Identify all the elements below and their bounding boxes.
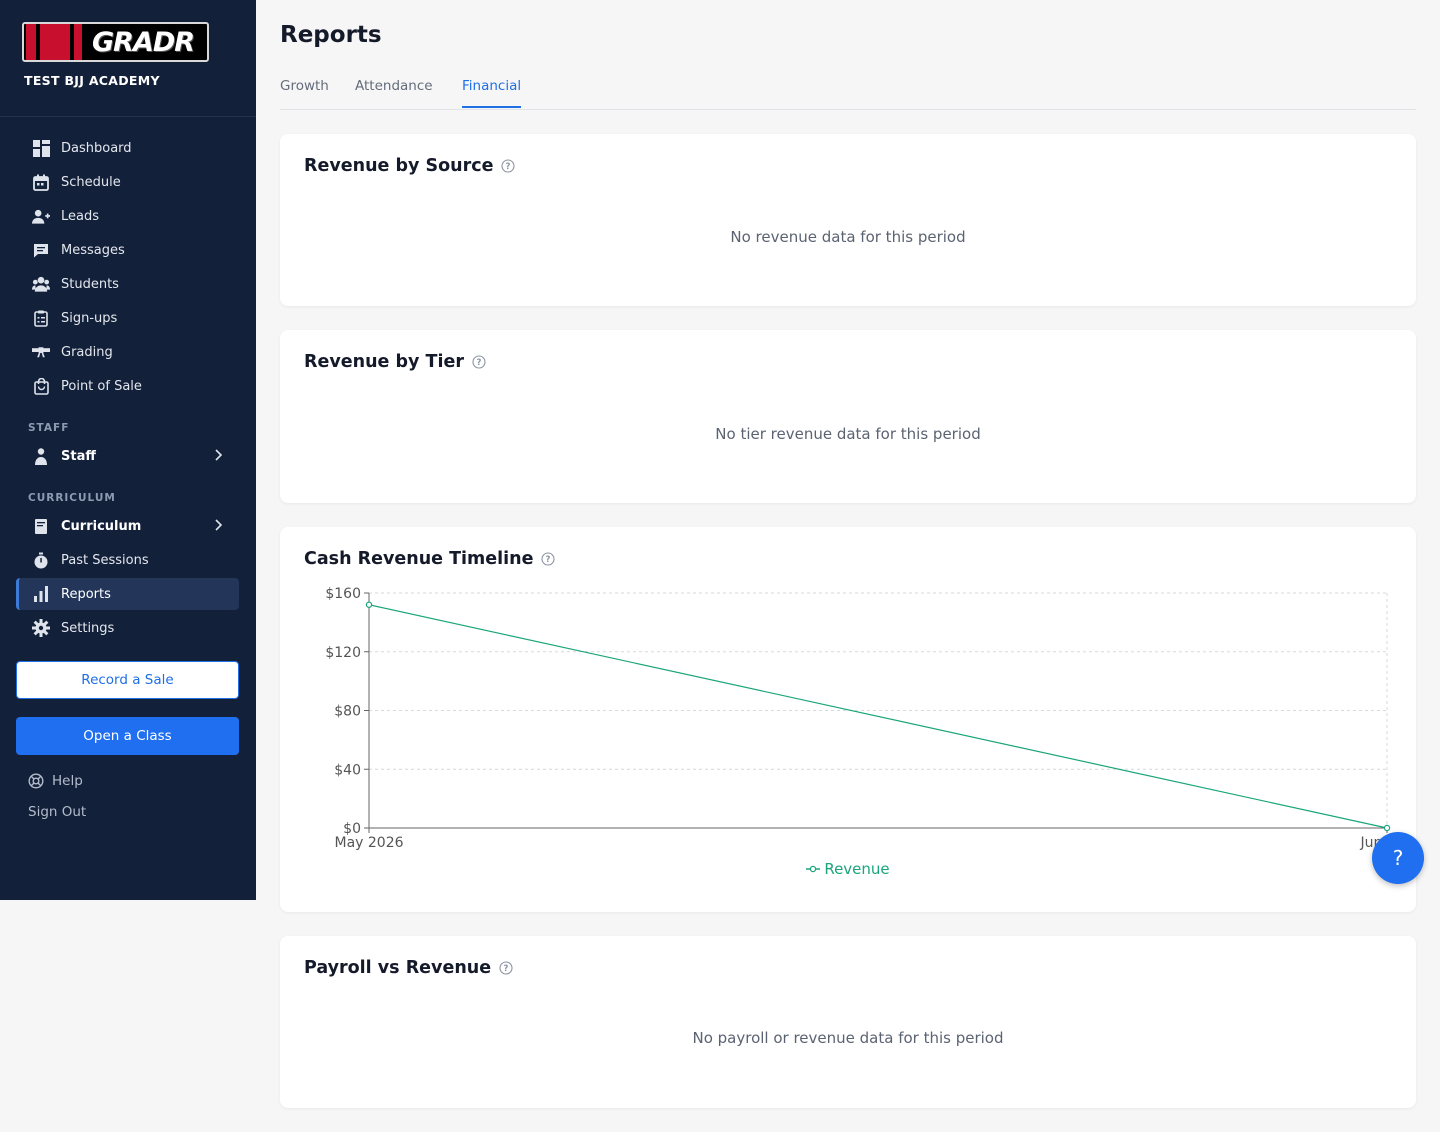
sidebar-item-leads[interactable]: Leads xyxy=(16,200,239,232)
revenue-series-line xyxy=(368,604,1388,829)
x-tick-label: May 2026 xyxy=(334,835,403,851)
revenue-by-tier-card: Revenue by Tier ? No tier revenue data f… xyxy=(280,330,1416,503)
card-title-text: Revenue by Tier xyxy=(304,352,464,372)
empty-state-text: No tier revenue data for this period xyxy=(715,425,981,443)
legend-line-marker-icon xyxy=(806,865,821,873)
card-title-text: Payroll vs Revenue xyxy=(304,958,492,978)
dashboard-icon xyxy=(32,139,50,157)
sidebar-item-curriculum[interactable]: Curriculum xyxy=(16,510,239,542)
bar-chart-icon xyxy=(32,585,50,603)
report-tabs: Growth Attendance Financial xyxy=(280,72,1416,110)
logo-text: GRADR xyxy=(92,26,195,58)
shopping-bag-icon xyxy=(32,377,50,395)
sidebar-item-label: Schedule xyxy=(61,174,121,190)
sidebar-item-label: Sign-ups xyxy=(61,310,118,326)
sidebar-item-label: Reports xyxy=(61,586,111,602)
svg-text:?: ? xyxy=(477,358,482,368)
section-header-staff: STAFF xyxy=(28,422,70,434)
section-header-curriculum: CURRICULUM xyxy=(28,492,116,504)
sidebar-item-past-sessions[interactable]: Past Sessions xyxy=(16,544,239,576)
open-class-button[interactable]: Open a Class xyxy=(16,717,239,755)
stopwatch-icon xyxy=(32,551,50,569)
tab-growth[interactable]: Growth xyxy=(280,78,329,106)
revenue-data-point xyxy=(365,601,373,608)
sidebar-item-staff[interactable]: Staff xyxy=(16,440,239,472)
chevron-right-icon xyxy=(213,448,223,466)
clipboard-icon xyxy=(32,309,50,327)
chevron-right-icon xyxy=(213,518,223,536)
sidebar-item-label: Grading xyxy=(61,344,113,360)
sidebar-item-schedule[interactable]: Schedule xyxy=(16,166,239,198)
y-tick-label: $40 xyxy=(334,762,361,778)
chart-legend[interactable]: Revenue xyxy=(280,860,1416,878)
sidebar-item-settings[interactable]: Settings xyxy=(16,612,239,644)
gear-icon xyxy=(32,619,50,637)
tab-attendance[interactable]: Attendance xyxy=(355,78,433,106)
calendar-icon xyxy=(32,173,50,191)
book-icon xyxy=(32,517,50,535)
card-title-text: Revenue by Source xyxy=(304,156,494,176)
svg-text:?: ? xyxy=(506,162,511,172)
help-circle-icon[interactable]: ? xyxy=(472,355,486,369)
revenue-data-point xyxy=(1383,824,1391,832)
staff-person-icon xyxy=(32,447,50,465)
record-sale-button[interactable]: Record a Sale xyxy=(16,661,239,699)
sidebar: GRADR TEST BJJ ACADEMY Dashboard Schedul… xyxy=(0,0,256,900)
sidebar-item-label: Dashboard xyxy=(61,140,132,156)
academy-name: TEST BJJ ACADEMY xyxy=(24,73,160,88)
sidebar-item-label: Leads xyxy=(61,208,100,224)
sidebar-item-dashboard[interactable]: Dashboard xyxy=(16,132,239,164)
sidebar-item-label: Messages xyxy=(61,242,125,258)
help-circle-icon[interactable]: ? xyxy=(501,159,516,173)
help-label: Help xyxy=(52,773,83,789)
logo-flag-icon xyxy=(26,24,82,60)
help-link[interactable]: Help xyxy=(28,773,83,789)
svg-text:?: ? xyxy=(504,964,509,974)
sidebar-item-label: Staff xyxy=(61,448,96,464)
card-title: Revenue by Source ? xyxy=(304,156,516,176)
add-user-icon xyxy=(32,207,50,225)
sidebar-item-grading[interactable]: Grading xyxy=(16,336,239,368)
card-title: Revenue by Tier ? xyxy=(304,352,486,372)
students-icon xyxy=(32,275,50,293)
gradr-logo[interactable]: GRADR xyxy=(22,22,209,62)
y-tick-label: $80 xyxy=(334,704,361,720)
sidebar-item-sign-ups[interactable]: Sign-ups xyxy=(16,302,239,334)
sidebar-item-label: Past Sessions xyxy=(61,552,149,568)
payroll-vs-revenue-card: Payroll vs Revenue ? No payroll or reven… xyxy=(280,936,1416,1108)
legend-label: Revenue xyxy=(824,860,890,878)
belt-icon xyxy=(32,343,50,361)
sidebar-item-point-of-sale[interactable]: Point of Sale xyxy=(16,370,239,402)
lifebuoy-icon xyxy=(28,773,44,789)
message-icon xyxy=(32,241,50,259)
page-title: Reports xyxy=(280,22,382,48)
y-tick-label: $160 xyxy=(325,586,361,602)
sidebar-divider xyxy=(0,116,256,117)
sign-out-link[interactable]: Sign Out xyxy=(28,804,86,820)
help-fab-button[interactable]: ? xyxy=(1372,832,1424,884)
help-circle-icon[interactable]: ? xyxy=(499,961,513,975)
y-tick-label: $120 xyxy=(325,645,361,661)
sidebar-item-label: Students xyxy=(61,276,119,292)
sidebar-item-label: Curriculum xyxy=(61,518,142,534)
sidebar-item-messages[interactable]: Messages xyxy=(16,234,239,266)
revenue-by-source-card: Revenue by Source ? No revenue data for … xyxy=(280,134,1416,306)
revenue-line-chart: $0$40$80$120$160May 2026Jun 202 xyxy=(325,586,1413,851)
empty-state-text: No payroll or revenue data for this peri… xyxy=(692,1029,1004,1047)
empty-state-text: No revenue data for this period xyxy=(730,228,966,246)
cash-revenue-timeline-card: Cash Revenue Timeline ? $0 $40 $80 $120 $160… xyxy=(280,527,1416,912)
tab-financial[interactable]: Financial xyxy=(462,78,522,108)
sidebar-item-students[interactable]: Students xyxy=(16,268,239,300)
sidebar-item-label: Settings xyxy=(61,620,115,636)
card-title: Payroll vs Revenue ? xyxy=(304,958,513,978)
sidebar-item-label: Point of Sale xyxy=(61,378,142,394)
sidebar-item-reports[interactable]: Reports xyxy=(16,578,239,610)
